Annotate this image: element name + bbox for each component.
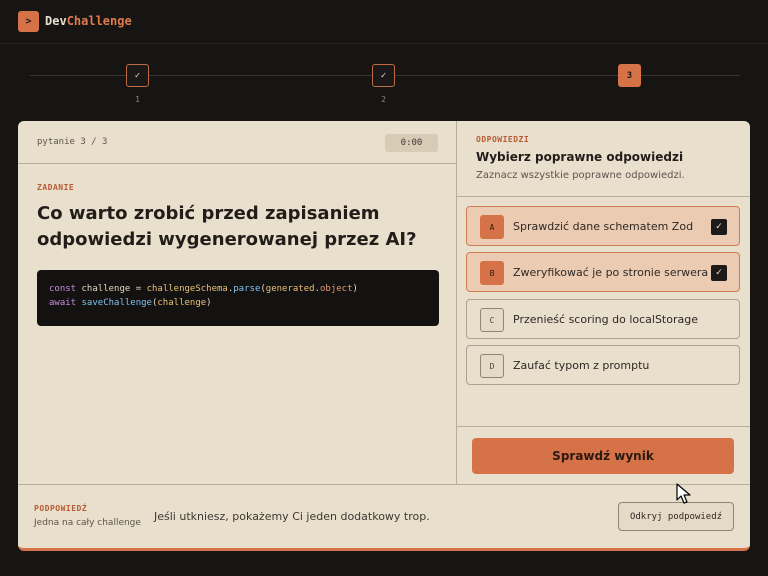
code-snippet: const challenge = challengeSchema.parse(… — [37, 270, 439, 326]
logo-icon: > — [18, 11, 39, 32]
step-2-label: 2 — [381, 95, 386, 104]
step-1-label: 1 — [135, 95, 140, 104]
hint-description: Jeśli utkniesz, pokażemy Ci jeden dodatk… — [154, 510, 430, 523]
answers-section-label: ODPOWIEDZI — [476, 135, 530, 144]
code-operator: = — [135, 284, 142, 294]
option-text: Sprawdzić dane schematem Zod — [513, 220, 694, 233]
brand-name[interactable]: DevChallenge — [45, 14, 132, 28]
answers-title: Wybierz poprawne odpowiedzi — [476, 150, 684, 164]
column-divider — [456, 121, 457, 485]
reveal-hint-button[interactable]: Odkryj podpowiedź — [618, 502, 734, 531]
submit-divider — [456, 426, 750, 427]
answer-option-b[interactable]: B Zweryfikować je po stronie serwera ✓ — [466, 252, 740, 292]
code-variable: challenge — [81, 284, 131, 294]
code-keyword: const — [49, 284, 77, 294]
check-result-button[interactable]: Sprawdź wynik — [472, 438, 734, 474]
option-letter: D — [480, 354, 504, 378]
code-argument: generated — [265, 284, 315, 294]
brand-part-challenge: Challenge — [66, 14, 132, 28]
answers-subtitle: Zaznacz wszystkie poprawne odpowiedzi. — [476, 170, 685, 181]
task-section-label: ZADANIE — [37, 183, 75, 192]
step-3-current: 3 — [618, 64, 641, 87]
mouse-cursor-icon — [676, 483, 691, 504]
code-paren: ) — [206, 298, 212, 308]
code-function: parse — [233, 284, 261, 294]
code-keyword: await — [49, 298, 77, 308]
code-line-2: await saveChallenge(challenge) — [49, 296, 427, 310]
timer: 0:00 — [385, 134, 438, 152]
answer-option-a[interactable]: A Sprawdzić dane schematem Zod ✓ — [466, 206, 740, 246]
checkbox-checked-icon[interactable]: ✓ — [711, 219, 727, 235]
answer-option-c[interactable]: C Przenieść scoring do localStorage — [466, 299, 740, 339]
code-paren: ) — [352, 284, 358, 294]
hint-subtitle: Jedna na cały challenge — [34, 518, 141, 528]
checkbox-checked-icon[interactable]: ✓ — [711, 265, 727, 281]
option-text: Zaufać typom z promptu — [513, 359, 650, 372]
option-letter: A — [480, 215, 504, 239]
question-counter: pytanie 3 / 3 — [37, 137, 108, 147]
app-header: > DevChallenge — [0, 0, 768, 44]
code-function: saveChallenge — [81, 298, 152, 308]
step-2-check-icon: ✓ — [372, 64, 395, 87]
code-argument: challenge — [157, 298, 207, 308]
code-object: challengeSchema — [146, 284, 228, 294]
step-1-check-icon: ✓ — [126, 64, 149, 87]
answer-option-d[interactable]: D Zaufać typom z promptu — [466, 345, 740, 385]
hint-divider — [18, 484, 750, 485]
option-text: Przenieść scoring do localStorage — [513, 313, 698, 326]
hint-section-label: PODPOWIEDŹ — [34, 504, 88, 513]
code-line-1: const challenge = challengeSchema.parse(… — [49, 282, 427, 296]
brand-part-dev: Dev — [45, 14, 67, 28]
question-header-divider — [18, 163, 456, 164]
code-property: object — [319, 284, 353, 294]
answers-header-divider — [456, 196, 750, 197]
option-letter: C — [480, 308, 504, 332]
challenge-card: pytanie 3 / 3 0:00 ZADANIE Co warto zrob… — [18, 121, 750, 551]
option-text: Zweryfikować je po stronie serwera — [513, 266, 709, 279]
option-letter: B — [480, 261, 504, 285]
question-text: Co warto zrobić przed zapisaniem odpowie… — [37, 203, 417, 250]
